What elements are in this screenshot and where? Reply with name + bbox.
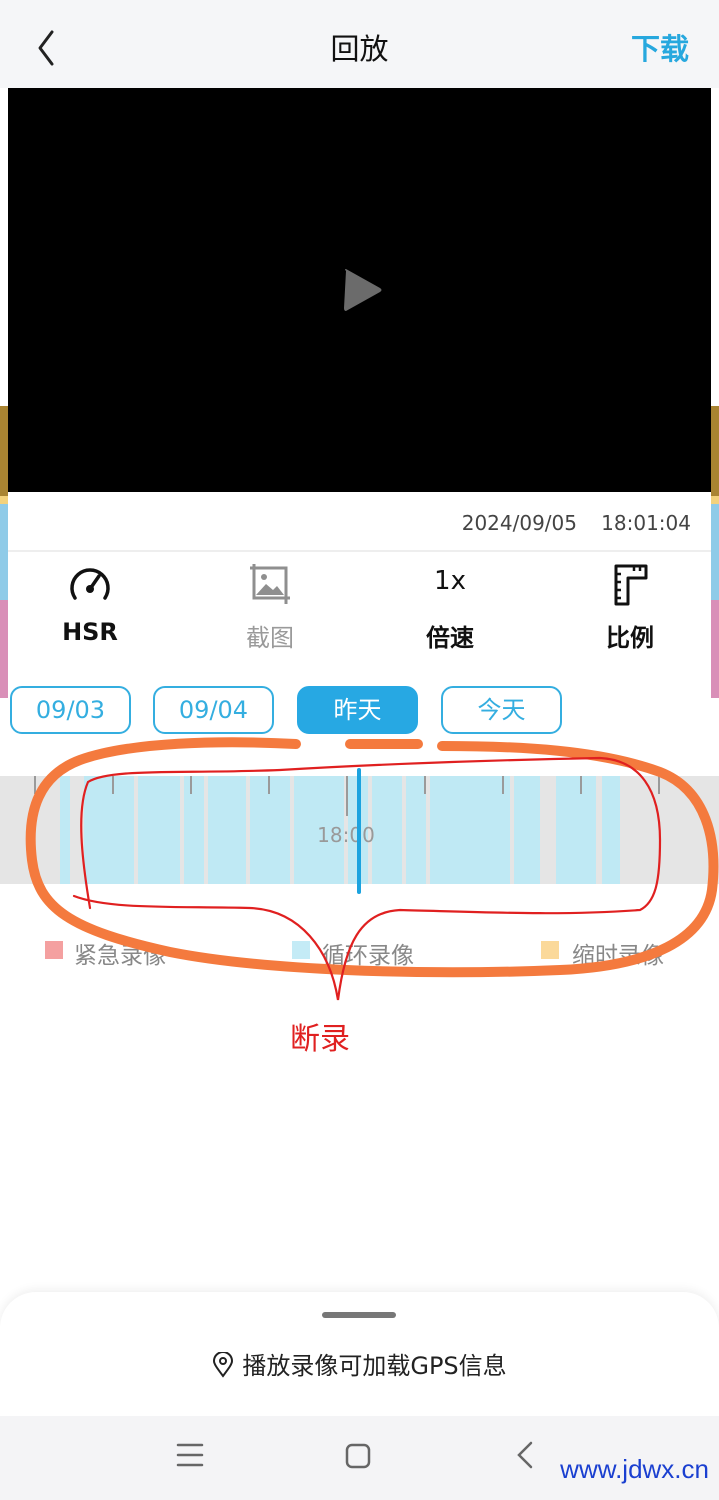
hsr-label: HSR bbox=[62, 618, 118, 646]
date-tab-today[interactable]: 今天 bbox=[441, 686, 562, 734]
date-tab-0904[interactable]: 09/04 bbox=[153, 686, 274, 734]
home-icon[interactable] bbox=[344, 1442, 372, 1470]
bottom-sheet[interactable]: 播放录像可加载GPS信息 bbox=[0, 1292, 719, 1416]
menu-icon[interactable] bbox=[176, 1442, 204, 1468]
page-title: 回放 bbox=[330, 32, 389, 66]
ruler-icon bbox=[614, 564, 648, 606]
playback-time: 18:01:04 bbox=[601, 511, 691, 535]
edge-stripe-gold bbox=[711, 406, 719, 496]
hsr-button[interactable]: HSR bbox=[0, 558, 180, 654]
chevron-left-icon bbox=[38, 30, 54, 66]
playback-date: 2024/09/05 bbox=[461, 511, 577, 535]
image-crop-icon bbox=[250, 564, 290, 604]
speed-label: 倍速 bbox=[426, 624, 474, 652]
date-tab-0903[interactable]: 09/03 bbox=[10, 686, 131, 734]
speed-button[interactable]: 1x 倍速 bbox=[360, 558, 540, 654]
edge-stripe-yellow bbox=[711, 496, 719, 504]
top-bar: 回放 下载 bbox=[0, 0, 719, 88]
watermark: www.jdwx.cn bbox=[560, 1454, 709, 1484]
ratio-label: 比例 bbox=[606, 624, 654, 652]
back-nav-icon[interactable] bbox=[514, 1440, 536, 1470]
annotation-overlay bbox=[25, 737, 719, 1001]
edge-stripe-gold bbox=[0, 406, 8, 496]
speed-value: 1x bbox=[434, 566, 466, 596]
play-button[interactable] bbox=[340, 266, 384, 314]
edge-stripe-yellow bbox=[0, 496, 8, 504]
location-pin-icon bbox=[213, 1352, 234, 1378]
gps-info-row[interactable]: 播放录像可加载GPS信息 bbox=[0, 1346, 719, 1381]
date-tab-yesterday[interactable]: 昨天 bbox=[297, 686, 418, 734]
sheet-drag-handle[interactable] bbox=[322, 1312, 396, 1318]
play-icon bbox=[344, 269, 382, 311]
back-button[interactable] bbox=[30, 26, 66, 70]
screenshot-label: 截图 bbox=[246, 624, 294, 652]
speedometer-icon bbox=[70, 568, 110, 600]
annotation-label: 断录 bbox=[290, 1022, 350, 1057]
screenshot-button[interactable]: 截图 bbox=[180, 558, 360, 654]
timestamp-bar: 2024/09/05 18:01:04 bbox=[8, 492, 711, 552]
gps-info-text: 播放录像可加载GPS信息 bbox=[242, 1352, 507, 1380]
download-button[interactable]: 下载 bbox=[631, 26, 689, 68]
ratio-button[interactable]: 比例 bbox=[540, 558, 719, 654]
